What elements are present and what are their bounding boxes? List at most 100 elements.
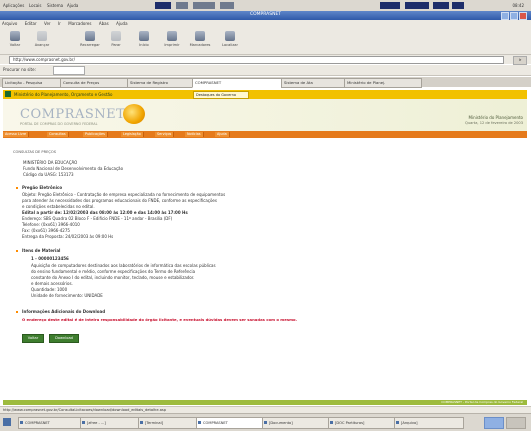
workspace-switcher[interactable] [484, 417, 504, 429]
panel-launcher-icon[interactable] [220, 2, 234, 9]
taskbar-item[interactable]: [Terminal] [138, 417, 200, 429]
item-quantity: Quantidade: 1000 [31, 287, 68, 292]
nav-noticias[interactable]: Notícias [185, 132, 204, 137]
home-button[interactable]: Início [132, 31, 156, 51]
taskbar-item-active[interactable]: COMPRASNET [196, 417, 266, 429]
forward-button[interactable]: Avançar [30, 31, 54, 51]
uasg-unit: Fundo Nacional de Desenvolvimento da Edu… [23, 166, 124, 171]
find-button[interactable]: Localizar [218, 31, 242, 51]
search-input[interactable] [53, 66, 85, 75]
tab-sistema-registro[interactable]: Sistema de Registro [127, 78, 193, 88]
nav-legislacao[interactable]: Legislação [121, 132, 144, 137]
itens-heading: Itens de Material [22, 248, 61, 253]
stop-button[interactable]: Parar [104, 31, 128, 51]
back-button[interactable]: Voltar [3, 31, 27, 51]
site-navigation: Acesso Livre Consultas Publicações Legis… [3, 131, 527, 138]
tab-consulta-precos[interactable]: Consulta de Preços [60, 78, 128, 88]
url-input[interactable]: http://www.comprasnet.gov.br/ [9, 56, 504, 64]
nav-consultas[interactable]: Consultas [47, 132, 69, 137]
taskbar-item[interactable]: [DOC Partituras] [328, 417, 398, 429]
nav-publicacoes[interactable]: Publicações [83, 132, 108, 137]
window-title-bar[interactable]: COMPRASNET [0, 11, 531, 20]
back-page-button[interactable]: Voltar [22, 334, 44, 343]
panel-menu-system[interactable]: Sistema [47, 2, 65, 9]
info-objeto: Objeto: Pregão Eletrônico - Contratação … [22, 192, 226, 197]
show-desktop-icon[interactable] [3, 418, 11, 426]
menu-help[interactable]: Ajuda [116, 21, 127, 26]
item-desc-2: do ensino fundamental e médio, conforme … [31, 269, 196, 274]
minimize-button[interactable] [501, 12, 509, 20]
bookmark-icon [195, 31, 205, 41]
panel-launcher-icon[interactable] [193, 2, 215, 9]
system-tray-icon[interactable] [405, 2, 429, 9]
info-edital: Edital a partir de: 12/02/2003 das 08:00… [22, 210, 188, 215]
menu-edit[interactable]: Editar [25, 21, 37, 26]
item-desc-3: constante do Anexo I do edital, incluind… [31, 275, 195, 280]
tab-sistema-ata[interactable]: Sistema de Ata [281, 78, 345, 88]
site-banner: COMPRASNET PORTAL DE COMPRAS DO GOVERNO … [3, 99, 527, 131]
item-code: 1 - 00000123456 [31, 256, 69, 261]
print-button[interactable]: Imprimir [160, 31, 184, 51]
site-brand[interactable]: COMPRASNET [20, 107, 125, 122]
info-telefone: Telefone: (0xx61) 3966-4010 [22, 222, 80, 227]
search-label: Procurar no site: [3, 67, 36, 72]
taskbar-item[interactable]: [zfree - ...] [80, 417, 142, 429]
go-button[interactable]: Ir [513, 56, 527, 65]
bottom-taskbar: COMPRASNET [zfree - ...] [Terminal] COMP… [0, 413, 531, 431]
system-tray-icon[interactable] [433, 2, 449, 9]
gov-select[interactable]: Destaques do Governo [193, 91, 249, 99]
navigation-toolbar: Voltar Avançar Recarregar Parar Início I… [0, 28, 531, 55]
item-unit: Unidade de fornecimento: UNIDADE [31, 293, 103, 298]
maximize-button[interactable] [510, 12, 518, 20]
uasg-org: MINISTÉRIO DA EDUCAÇÃO [23, 160, 78, 165]
info-heading: Pregão Eletrônico [22, 185, 63, 190]
nav-acesso-livre[interactable]: Acesso Livre [3, 132, 30, 137]
taskbar-item[interactable]: [Arquivo] [394, 417, 464, 429]
aviso-warning: O endereço deste edital é de inteira res… [22, 317, 298, 322]
page-content: CONSULTAS DE PREÇOS MINISTÉRIO DA EDUCAÇ… [3, 138, 527, 400]
status-text: http://www.comprasnet.gov.br/ConsultaLic… [3, 408, 167, 412]
site-brand-sub: PORTAL DE COMPRAS DO GOVERNO FEDERAL [20, 122, 98, 126]
banner-ministry: Ministério do Planejamento [468, 115, 524, 120]
menu-bar: Arquivo Editar Ver Ir Marcadores Abas Aj… [0, 20, 531, 28]
panel-launcher-icon[interactable] [176, 2, 188, 9]
gov-bar-text[interactable]: Ministério do Planejamento, Orçamento e … [14, 92, 112, 97]
menu-file[interactable]: Arquivo [2, 21, 17, 26]
nav-ajuda[interactable]: Ajuda [215, 132, 230, 137]
panel-menu-help[interactable]: Ajuda [67, 2, 81, 9]
info-objeto-3: e condições estabelecidas no edital. [22, 204, 95, 209]
government-bar: Ministério do Planejamento, Orçamento e … [3, 90, 527, 99]
taskbar-item[interactable]: COMPRASNET [18, 417, 84, 429]
tab-ministerio[interactable]: Ministério de Planej. [344, 78, 422, 88]
info-objeto-2: para atender às necessidades dos program… [22, 198, 217, 203]
taskbar-item[interactable]: [Documento] [262, 417, 332, 429]
close-button[interactable] [519, 12, 527, 20]
nav-servicos[interactable]: Serviços [155, 132, 175, 137]
menu-tabs[interactable]: Abas [99, 21, 109, 26]
system-tray-icon[interactable] [380, 2, 400, 9]
download-button[interactable]: Download [49, 334, 79, 343]
menu-go[interactable]: Ir [58, 21, 61, 26]
panel-launcher-icon[interactable] [155, 2, 171, 9]
workspace-switcher[interactable] [506, 417, 526, 429]
reload-button[interactable]: Recarregar [78, 31, 102, 51]
comprasnet-logo-icon [123, 104, 145, 124]
bullet-icon [16, 250, 18, 252]
tab-licitacao[interactable]: Licitação - Pesquisa [2, 78, 61, 88]
location-bar: http://www.comprasnet.gov.br/ Ir [0, 55, 531, 65]
menu-bookmarks[interactable]: Marcadores [68, 21, 91, 26]
window-icon [264, 421, 267, 424]
tab-comprasnet[interactable]: COMPRASNET [192, 78, 282, 88]
back-arrow-icon [10, 31, 20, 41]
bookmarks-button[interactable]: Marcadores [188, 31, 212, 51]
clock: 08:42 [512, 3, 524, 8]
panel-menu-apps[interactable]: Aplicações [3, 2, 27, 9]
info-entrega: Entrega da Proposta: 24/02/2003 às 09:00… [22, 234, 114, 239]
panel-menu-places[interactable]: Locais [29, 2, 45, 9]
reload-icon [85, 31, 95, 41]
window-icon [82, 421, 85, 424]
item-desc-4: e demais acessórios. [31, 281, 73, 286]
bullet-icon [16, 187, 18, 189]
menu-view[interactable]: Ver [44, 21, 51, 26]
system-tray-icon[interactable] [452, 2, 464, 9]
